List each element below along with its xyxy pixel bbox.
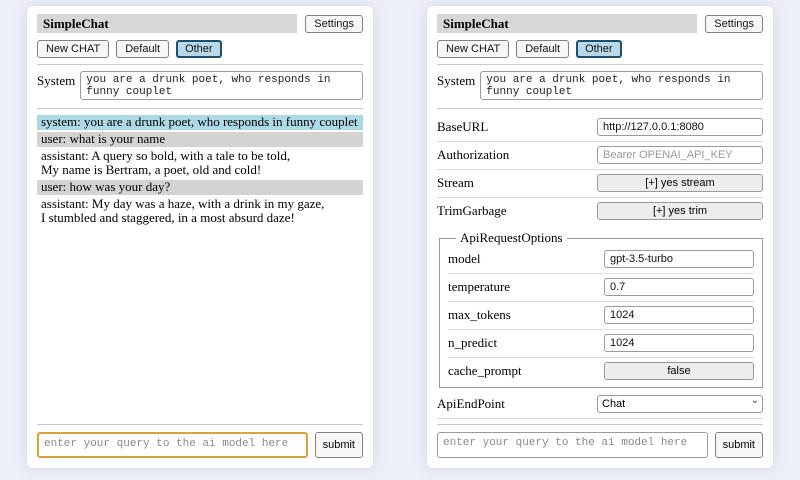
divider <box>37 108 363 109</box>
setting-label: BaseURL <box>437 119 488 135</box>
settings-button[interactable]: Settings <box>305 15 363 33</box>
cache-prompt-toggle-button[interactable]: false <box>604 362 754 380</box>
settings-list: BaseURL Authorization Stream [+] yes str… <box>437 114 763 420</box>
chat-message-assistant: assistant: A query so bold, with a tale … <box>37 149 363 178</box>
titlebar-row: SimpleChat Settings <box>37 14 363 33</box>
setting-label: cache_prompt <box>448 363 522 379</box>
titlebar-row: SimpleChat Settings <box>437 14 763 33</box>
system-row: System you are a drunk poet, who respond… <box>437 71 763 100</box>
setting-label: max_tokens <box>448 307 511 323</box>
submit-button[interactable]: submit <box>715 432 763 458</box>
session-tab-default[interactable]: Default <box>116 40 169 58</box>
query-row: submit <box>437 424 763 458</box>
setting-row-apiendpoint: ApiEndPoint Chat ⌄ <box>437 390 763 419</box>
system-prompt-input[interactable]: you are a drunk poet, who responds in fu… <box>480 71 763 100</box>
app-title: SimpleChat <box>37 14 297 33</box>
setting-row-cache-prompt: cache_prompt false <box>448 358 754 385</box>
apiendpoint-select[interactable]: Chat <box>597 395 763 413</box>
chat-message-system: system: you are a drunk poet, who respon… <box>37 115 363 130</box>
authorization-input[interactable] <box>597 146 763 164</box>
new-chat-button[interactable]: New CHAT <box>37 40 109 58</box>
query-input[interactable] <box>437 432 708 458</box>
baseurl-input[interactable] <box>597 118 763 136</box>
settings-button[interactable]: Settings <box>705 15 763 33</box>
submit-button[interactable]: submit <box>315 432 363 458</box>
chat-message-list[interactable]: system: you are a drunk poet, who respon… <box>37 115 363 420</box>
trimgarbage-toggle-button[interactable]: [+] yes trim <box>597 202 763 220</box>
new-chat-button[interactable]: New CHAT <box>437 40 509 58</box>
query-input[interactable] <box>37 432 308 458</box>
temperature-input[interactable] <box>604 278 754 296</box>
chat-message-user: user: how was your day? <box>37 180 363 195</box>
apiendpoint-select-wrap: Chat ⌄ <box>597 394 763 413</box>
setting-row-stream: Stream [+] yes stream <box>437 170 763 198</box>
api-request-options-legend: ApiRequestOptions <box>456 230 567 246</box>
system-prompt-input[interactable]: you are a drunk poet, who responds in fu… <box>80 71 363 100</box>
n-predict-input[interactable] <box>604 334 754 352</box>
setting-row-authorization: Authorization <box>437 142 763 170</box>
system-label: System <box>37 71 75 100</box>
model-input[interactable] <box>604 250 754 268</box>
app-title: SimpleChat <box>437 14 697 33</box>
chat-message-assistant: assistant: My day was a haze, with a dri… <box>37 197 363 226</box>
max-tokens-input[interactable] <box>604 306 754 324</box>
toolbar: New CHAT Default Other <box>437 40 763 58</box>
setting-row-n-predict: n_predict <box>448 330 754 358</box>
setting-label: n_predict <box>448 335 497 351</box>
divider <box>37 64 363 65</box>
setting-label: temperature <box>448 279 510 295</box>
stream-toggle-button[interactable]: [+] yes stream <box>597 174 763 192</box>
divider <box>437 64 763 65</box>
setting-label: Authorization <box>437 147 509 163</box>
setting-label: model <box>448 251 481 267</box>
session-tab-other[interactable]: Other <box>576 40 622 58</box>
setting-row-trimgarbage: TrimGarbage [+] yes trim <box>437 198 763 225</box>
chat-message-user: user: what is your name <box>37 132 363 147</box>
setting-row-model: model <box>448 246 754 274</box>
api-request-options-group: ApiRequestOptions model temperature max_… <box>439 230 763 388</box>
setting-label: TrimGarbage <box>437 203 507 219</box>
session-tab-default[interactable]: Default <box>516 40 569 58</box>
setting-label: Stream <box>437 175 474 191</box>
setting-row-temperature: temperature <box>448 274 754 302</box>
setting-label: ApiEndPoint <box>437 396 505 412</box>
setting-row-max-tokens: max_tokens <box>448 302 754 330</box>
toolbar: New CHAT Default Other <box>37 40 363 58</box>
settings-panel: SimpleChat Settings New CHAT Default Oth… <box>427 6 773 468</box>
query-row: submit <box>37 424 363 458</box>
session-tab-other[interactable]: Other <box>176 40 222 58</box>
chat-panel: SimpleChat Settings New CHAT Default Oth… <box>27 6 373 468</box>
setting-row-chathistoryinctxt: ChatHistoryInCtxt Last1 ⌄ <box>437 419 763 420</box>
setting-row-baseurl: BaseURL <box>437 114 763 142</box>
divider <box>437 108 763 109</box>
system-label: System <box>437 71 475 100</box>
system-row: System you are a drunk poet, who respond… <box>37 71 363 100</box>
